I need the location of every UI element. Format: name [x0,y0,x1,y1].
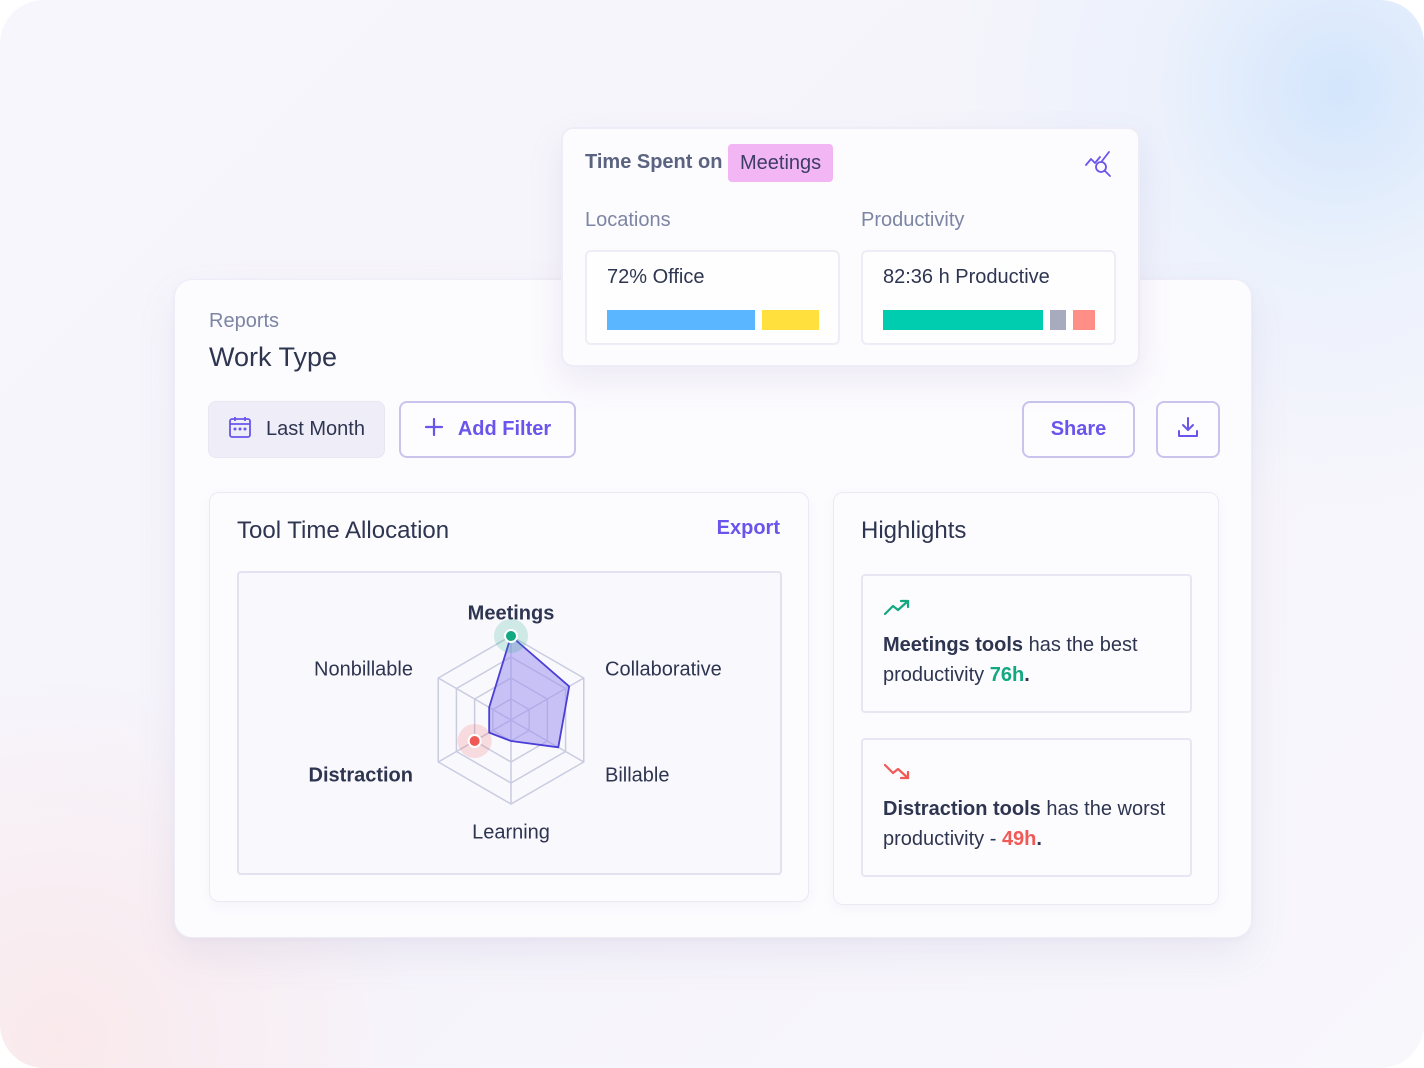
breadcrumb[interactable]: Reports [209,310,279,333]
highlight-card-best[interactable]: Meetings tools has the best productivity… [861,574,1192,713]
share-label: Share [1050,418,1107,440]
tool-time-panel: Tool Time Allocation Export Meetings Coll… [209,492,809,902]
locations-stat[interactable]: 72% Office [585,250,840,345]
bar-segment [1050,310,1066,330]
trend-up-icon [883,599,910,616]
add-filter-button[interactable]: Add Filter [399,401,576,458]
work-type-tag[interactable]: Meetings [728,144,834,182]
trend-down-icon [883,763,910,780]
radar-axis-label: Distraction [309,764,413,786]
locations-label: Locations [585,209,671,231]
export-link[interactable]: Export [717,517,780,540]
highlight-text-best: Meetings tools has the best productivity… [883,630,1183,690]
tool-time-title: Tool Time Allocation [237,517,450,544]
radar-chart-box: Meetings Collaborative Billable Learning Dis… [237,571,782,875]
report-card: Reports Work Type Last Month Add Filter [174,279,1252,938]
radar-axis-label: Nonbillable [314,658,413,680]
page-title: Work Type [209,342,338,372]
highlight-subject: Distraction tools [883,798,1041,820]
highlight-subject: Meetings tools [883,634,1024,656]
productivity-stat[interactable]: 82:36 h Productive [861,250,1116,345]
radar-axis-label: Meetings [468,602,555,624]
highlight-tail: . [1036,828,1042,850]
download-icon [1176,415,1200,445]
highlights-title: Highlights [861,517,967,544]
productivity-label: Productivity [861,209,965,231]
date-range-button[interactable]: Last Month [208,401,385,458]
radar-point [469,736,480,746]
highlight-tail: . [1024,664,1030,686]
date-range-label: Last Month [266,418,365,440]
locations-value: 72% Office [607,266,705,288]
highlight-value: 76h [989,664,1025,686]
bar-segment [762,310,819,330]
radar-axis-label: Learning [472,821,550,843]
radar-series-area [488,635,571,749]
calendar-icon [228,415,252,445]
radar-axis-label: Collaborative [605,658,722,680]
chart-search-icon[interactable] [1084,149,1114,179]
share-button[interactable]: Share [1022,401,1135,458]
bar-segment [1073,310,1095,330]
bar-segment [607,310,755,330]
productivity-value: 82:36 h Productive [883,266,1050,288]
highlight-text-worst: Distraction tools has the worst producti… [883,794,1183,854]
radar-axis-label: Billable [605,764,669,786]
plus-icon [424,417,444,443]
highlight-value: 49h [1001,828,1037,850]
bar-segment [883,310,1043,330]
radar-point [506,631,516,641]
download-button[interactable] [1156,401,1220,458]
add-filter-label: Add Filter [457,418,552,440]
radar-chart: Meetings Collaborative Billable Learning Dis… [309,602,722,843]
time-spent-card: Time Spent on Meetings Locations Product… [561,127,1140,367]
time-spent-label: Time Spent on [585,151,723,173]
highlights-panel: Highlights Meetings tools has the best p… [833,492,1219,905]
highlight-card-worst[interactable]: Distraction tools has the worst producti… [861,738,1192,877]
